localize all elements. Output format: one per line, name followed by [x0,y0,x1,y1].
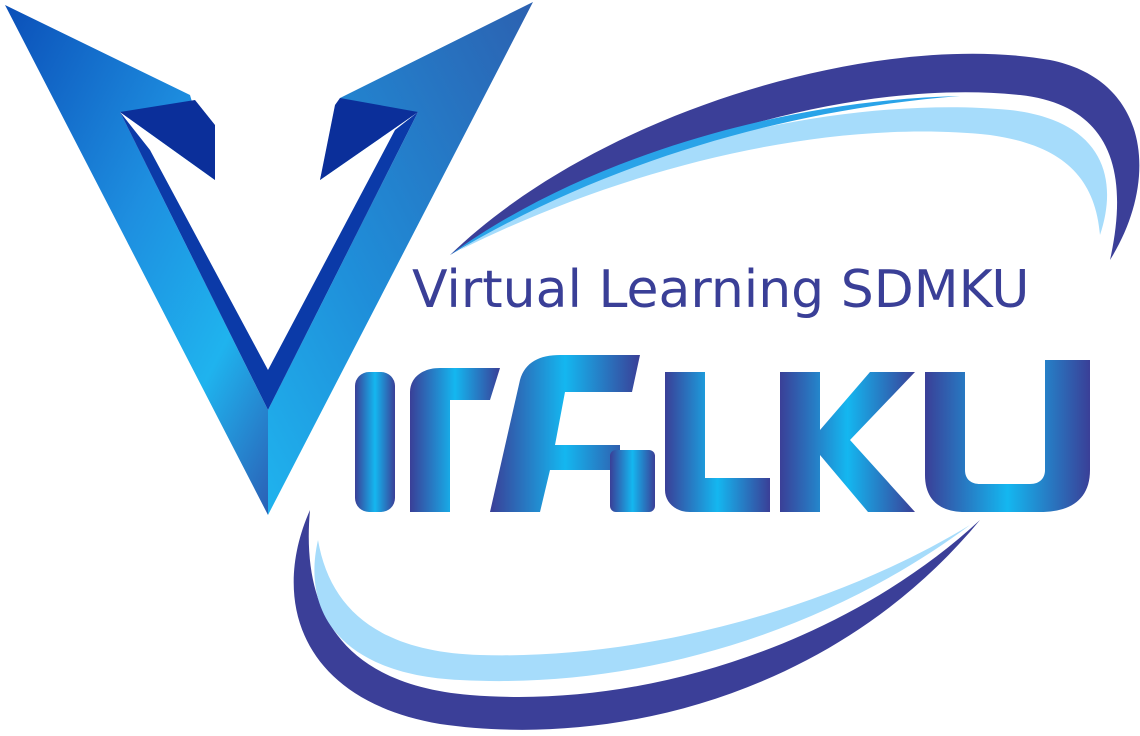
viralku-wordmark [355,355,1090,512]
logo-artwork [5,2,1140,730]
wordmark-letter-l [665,372,770,512]
wordmark-letter-k [780,372,915,512]
logo-tagline: Virtual Learning SDMKU [412,260,1030,320]
orbit-swoosh-lower [293,510,981,730]
wordmark-letter-i [355,372,395,512]
wordmark-letter-u [925,360,1090,512]
wordmark-letter-r [410,368,500,512]
viralku-logo: Virtual Learning SDMKU [0,0,1140,736]
orbit-swoosh-upper [450,53,1140,260]
